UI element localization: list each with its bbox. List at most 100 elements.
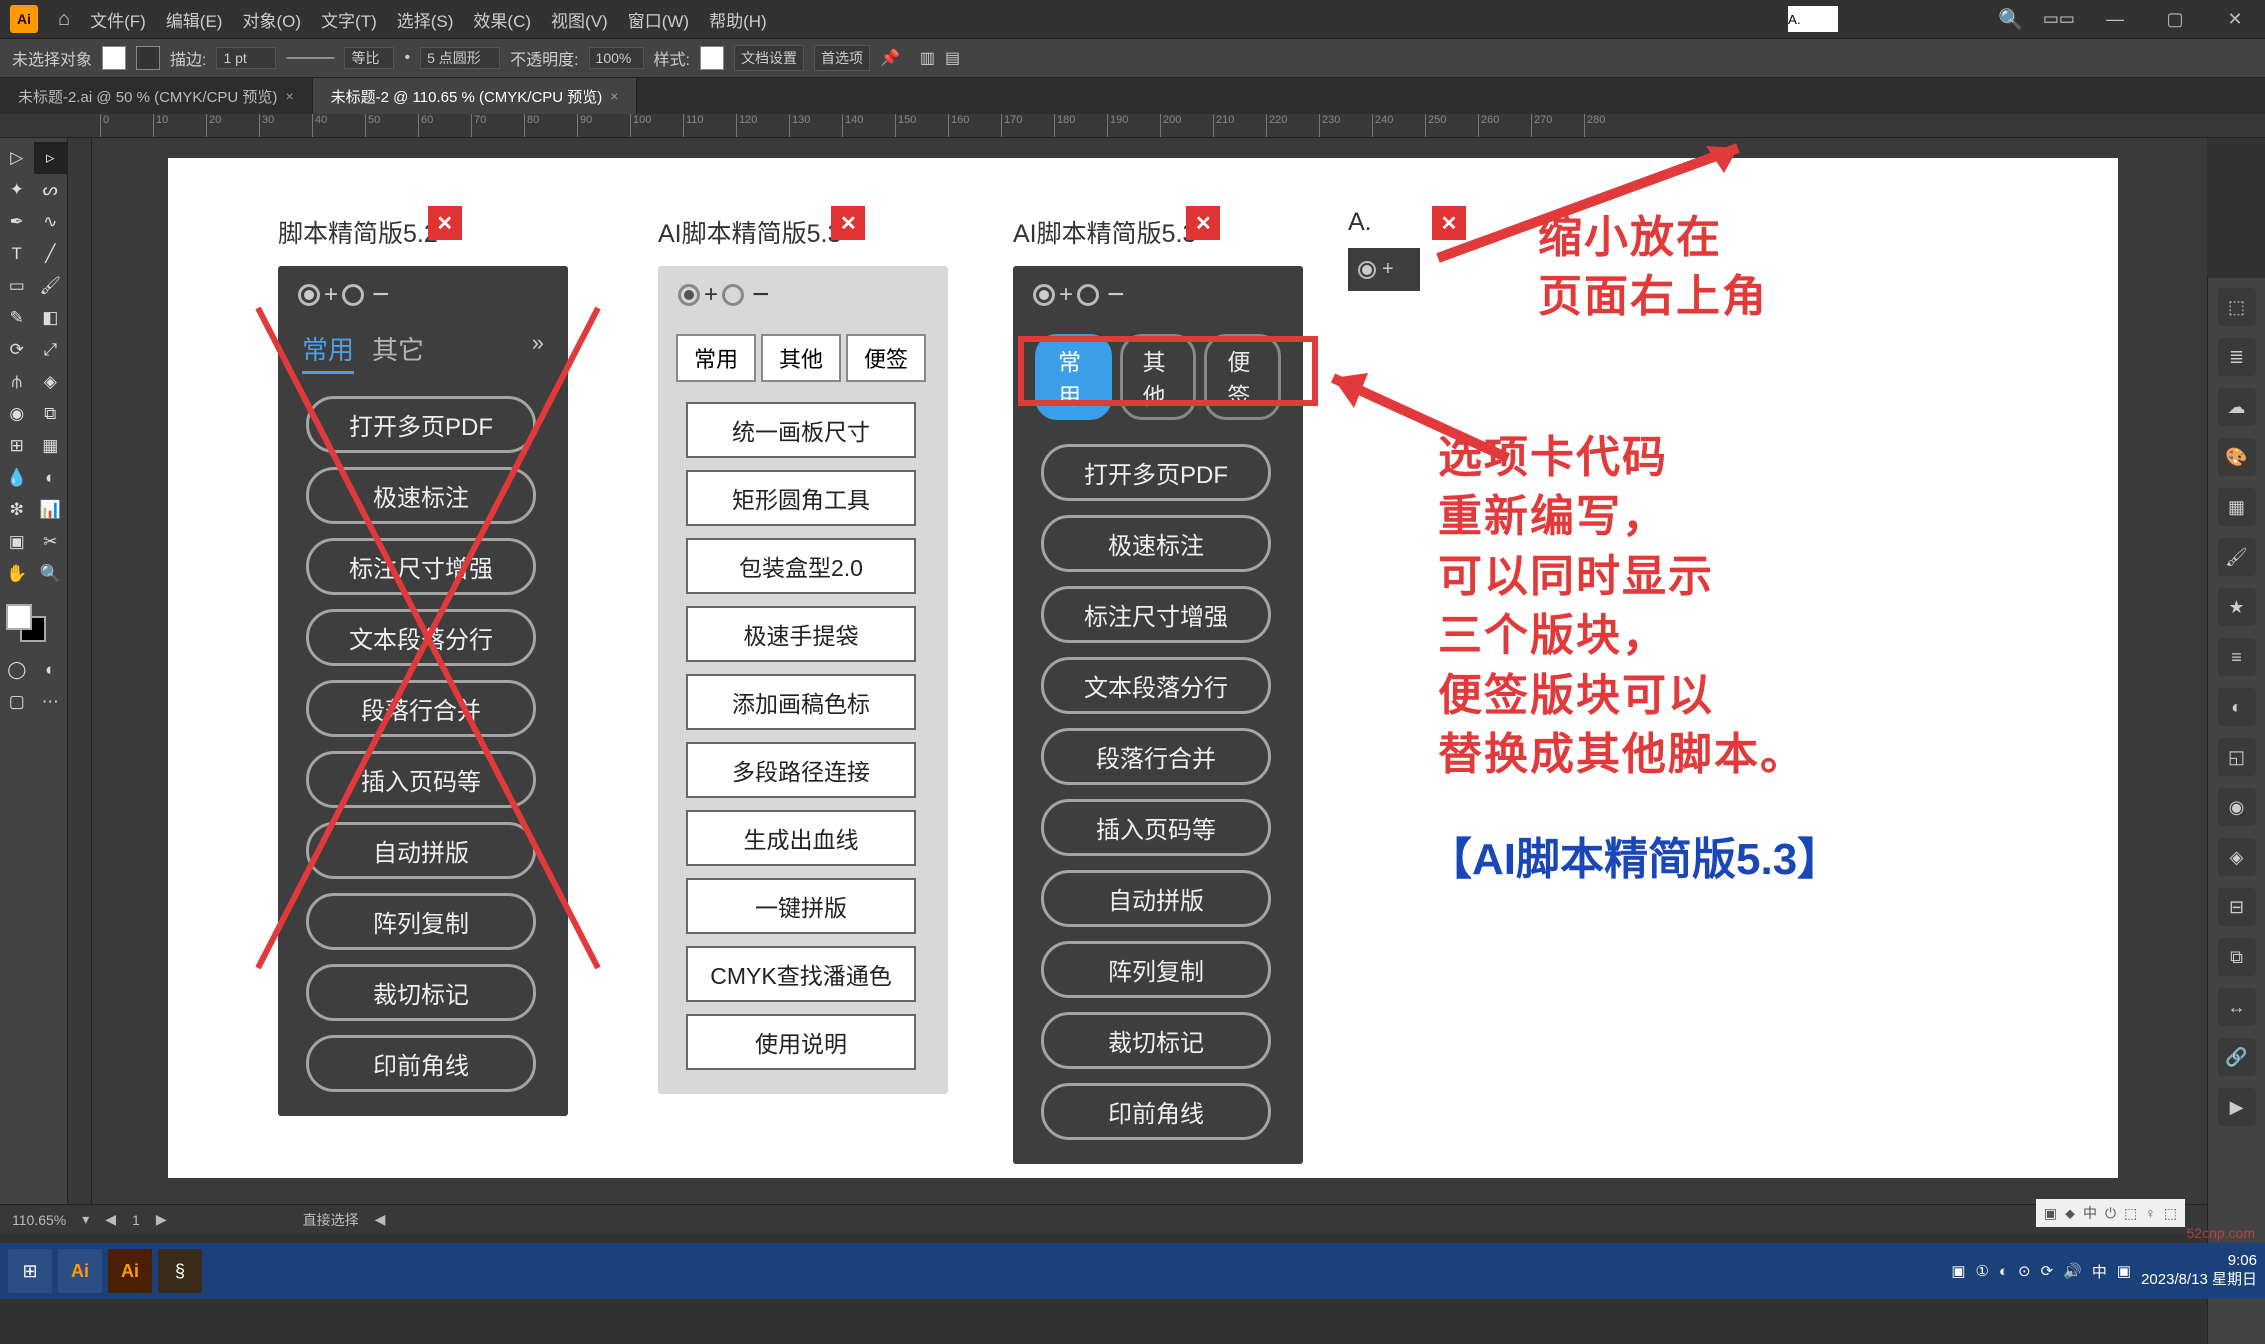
free-transform-icon[interactable]: ◈	[34, 366, 68, 398]
menu-effect[interactable]: 效果(C)	[473, 7, 531, 32]
script-button[interactable]: 印前角线	[1041, 1083, 1271, 1140]
script-button[interactable]: 段落行合并	[306, 680, 536, 737]
tray-icon[interactable]: ⊙	[2018, 1262, 2031, 1280]
brush-input[interactable]	[420, 47, 500, 69]
search-icon[interactable]: 🔍	[1998, 7, 2023, 32]
canvas-area[interactable]: 脚本精简版5.2 ✕ + − 常用 其它 » 打开多页PDF极速标注标注尺寸增强…	[68, 138, 2207, 1204]
slice-tool-icon[interactable]: ✂	[34, 526, 68, 558]
top-mini-input[interactable]	[1788, 6, 1838, 32]
ime-item[interactable]: ▣	[2044, 1205, 2057, 1222]
menu-edit[interactable]: 编辑(E)	[166, 7, 223, 32]
script-button[interactable]: 印前角线	[306, 1035, 536, 1092]
tray-icon[interactable]: ▣	[1951, 1262, 1965, 1280]
script-button[interactable]: 极速标注	[1041, 515, 1271, 572]
script-button[interactable]: 自动拼版	[306, 822, 536, 879]
draw-behind-icon[interactable]: ◐	[34, 654, 68, 686]
script-button[interactable]: 标注尺寸增强	[306, 538, 536, 595]
menu-help[interactable]: 帮助(H)	[709, 7, 767, 32]
close-button[interactable]: ✕	[428, 206, 462, 240]
pin-icon[interactable]: 📌	[880, 48, 900, 68]
eraser-tool-icon[interactable]: ◧	[34, 302, 68, 334]
doc-settings-button[interactable]: 文档设置	[734, 45, 804, 71]
tray-ime-icon[interactable]: 中	[2092, 1261, 2107, 1282]
style-swatch[interactable]	[700, 46, 724, 70]
color-swatches[interactable]	[0, 598, 67, 648]
stroke-panel-icon[interactable]: ≡	[2218, 638, 2256, 676]
foreground-swatch[interactable]	[6, 604, 32, 630]
appearance-panel-icon[interactable]: ◉	[2218, 788, 2256, 826]
tray-icon[interactable]: ⟳	[2041, 1262, 2054, 1280]
transparency-panel-icon[interactable]: ◱	[2218, 738, 2256, 776]
radio-icon[interactable]	[1033, 284, 1055, 306]
script-button[interactable]: CMYK查找潘通色	[686, 946, 916, 1002]
draw-normal-icon[interactable]: ◯	[0, 654, 34, 686]
taskbar-ai-icon-2[interactable]: Ai	[108, 1249, 152, 1293]
eyedropper-tool-icon[interactable]: 💧	[0, 462, 34, 494]
ime-item[interactable]: ⏻	[2105, 1205, 2116, 1222]
artboard-nav-prev-icon[interactable]: ◀	[105, 1211, 116, 1228]
brush-tool-icon[interactable]: 🖌	[34, 270, 68, 302]
radio-icon[interactable]	[298, 284, 320, 306]
magic-wand-icon[interactable]: ✦	[0, 174, 34, 206]
close-icon[interactable]: ×	[610, 88, 618, 104]
script-button[interactable]: 裁切标记	[1041, 1012, 1271, 1069]
arrange-icon[interactable]: ▥	[920, 48, 935, 68]
line-tool-icon[interactable]: ╱	[34, 238, 68, 270]
type-tool-icon[interactable]: T	[0, 238, 34, 270]
lasso-tool-icon[interactable]: ᔕ	[34, 174, 68, 206]
script-button[interactable]: 自动拼版	[1041, 870, 1271, 927]
menu-view[interactable]: 视图(V)	[551, 7, 608, 32]
pathfinder-panel-icon[interactable]: ⧉	[2218, 938, 2256, 976]
close-button[interactable]: ✕	[831, 206, 865, 240]
taskbar-ai-icon[interactable]: Ai	[58, 1249, 102, 1293]
perspective-tool-icon[interactable]: ⧉	[34, 398, 68, 430]
mesh-tool-icon[interactable]: ⊞	[0, 430, 34, 462]
color-panel-icon[interactable]: 🎨	[2218, 438, 2256, 476]
direct-selection-tool-icon[interactable]: ▹	[34, 142, 68, 174]
tab-other[interactable]: 其它	[372, 330, 424, 374]
layers-panel-icon[interactable]: ≣	[2218, 338, 2256, 376]
script-button[interactable]: 矩形圆角工具	[686, 470, 916, 526]
script-button[interactable]: 打开多页PDF	[1041, 444, 1271, 501]
edit-toolbar-icon[interactable]: ⋯	[34, 686, 68, 718]
shape-builder-icon[interactable]: ◉	[0, 398, 34, 430]
tab-common[interactable]: 常用	[676, 334, 756, 382]
close-icon[interactable]: ✕	[2215, 9, 2255, 30]
tab-common[interactable]: 常用	[302, 330, 354, 374]
script-button[interactable]: 统一画板尺寸	[686, 402, 916, 458]
radio-icon[interactable]	[1077, 284, 1099, 306]
symbol-sprayer-icon[interactable]: ❇	[0, 494, 34, 526]
radio-icon[interactable]	[342, 284, 364, 306]
properties-panel-icon[interactable]: ⬚	[2218, 288, 2256, 326]
selection-tool-icon[interactable]: ▷	[0, 142, 34, 174]
links-panel-icon[interactable]: 🔗	[2218, 1038, 2256, 1076]
libraries-panel-icon[interactable]: ☁	[2218, 388, 2256, 426]
menu-select[interactable]: 选择(S)	[397, 7, 454, 32]
zoom-dropdown-icon[interactable]: ▾	[82, 1211, 89, 1228]
ime-item[interactable]: ⬥	[2065, 1205, 2075, 1222]
doc-tab-2[interactable]: 未标题-2 @ 110.65 % (CMYK/CPU 预览) ×	[313, 78, 638, 115]
radio-icon[interactable]	[1358, 261, 1376, 279]
uniform-input[interactable]	[344, 47, 394, 69]
script-button[interactable]: 打开多页PDF	[306, 396, 536, 453]
taskbar-clock[interactable]: 9:06 2023/8/13 星期日	[2141, 1252, 2257, 1290]
script-button[interactable]: 多段路径连接	[686, 742, 916, 798]
radio-icon[interactable]	[722, 284, 744, 306]
menu-object[interactable]: 对象(O)	[242, 7, 301, 32]
brushes-panel-icon[interactable]: 🖌	[2218, 538, 2256, 576]
stroke-swatch[interactable]	[136, 46, 160, 70]
script-button[interactable]: 阵列复制	[1041, 941, 1271, 998]
tray-icon[interactable]: ▣	[2117, 1262, 2131, 1280]
tab-other[interactable]: 其他	[761, 334, 841, 382]
rectangle-tool-icon[interactable]: ▭	[0, 270, 34, 302]
zoom-level[interactable]: 110.65%	[12, 1212, 66, 1228]
script-button[interactable]: 包装盒型2.0	[686, 538, 916, 594]
pen-tool-icon[interactable]: ✒	[0, 206, 34, 238]
gradient-panel-icon[interactable]: ◐	[2218, 688, 2256, 726]
swatches-panel-icon[interactable]: ▦	[2218, 488, 2256, 526]
close-icon[interactable]: ×	[285, 88, 293, 104]
script-button[interactable]: 插入页码等	[1041, 799, 1271, 856]
stroke-weight-input[interactable]	[216, 47, 276, 69]
script-button[interactable]: 文本段落分行	[306, 609, 536, 666]
script-button[interactable]: 添加画稿色标	[686, 674, 916, 730]
